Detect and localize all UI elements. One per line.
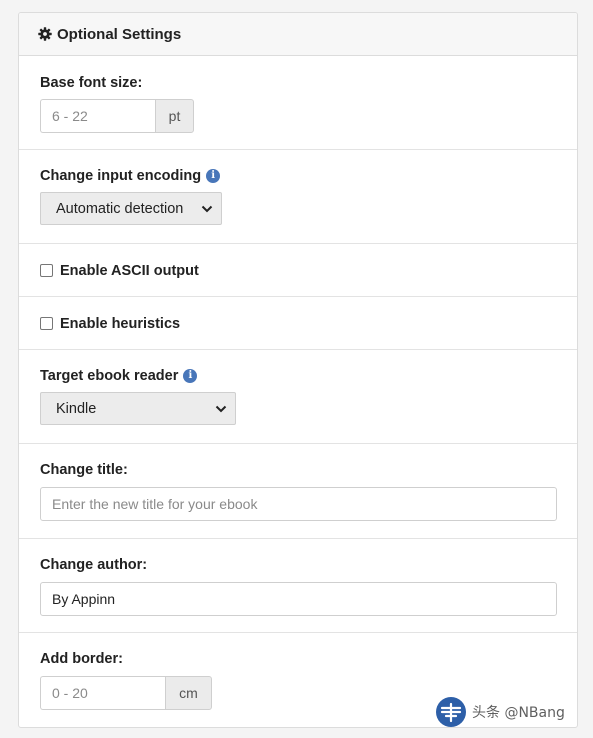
change-title-label: Change title:: [40, 462, 128, 478]
base-font-size-row: Base font size: pt: [19, 56, 577, 150]
author-input[interactable]: [40, 582, 557, 616]
chevron-down-icon: [201, 205, 213, 212]
chevron-down-icon: [215, 405, 227, 412]
ebook-reader-label-wrap: Target ebook reader i: [40, 368, 556, 384]
base-font-size-label: Base font size:: [40, 75, 143, 91]
watermark: 头条 @NBang: [434, 692, 565, 732]
title-input[interactable]: [40, 487, 557, 521]
watermark-logo-icon: [436, 697, 466, 727]
change-author-row: Change author:: [19, 539, 577, 633]
change-author-label: Change author:: [40, 557, 148, 573]
watermark-text: 头条 @NBang: [472, 705, 565, 721]
panel-title: Optional Settings: [57, 25, 182, 43]
border-unit: cm: [165, 676, 212, 710]
base-font-size-unit: pt: [155, 99, 194, 133]
input-encoding-select[interactable]: Automatic detection: [40, 192, 222, 225]
panel-header: Optional Settings: [19, 13, 577, 56]
change-title-row: Change title:: [19, 444, 577, 539]
ebook-reader-selected: Kindle: [56, 400, 97, 417]
optional-settings-panel: Optional Settings Base font size: pt Cha…: [18, 12, 578, 728]
base-font-size-input[interactable]: [40, 99, 155, 133]
input-encoding-label-wrap: Change input encoding i: [40, 168, 556, 184]
ebook-reader-row: Target ebook reader i Kindle: [19, 350, 577, 444]
ebook-reader-label: Target ebook reader: [40, 368, 179, 384]
gear-icon: [38, 27, 52, 41]
border-input[interactable]: [40, 676, 165, 710]
info-icon[interactable]: i: [183, 369, 198, 383]
input-encoding-row: Change input encoding i Automatic detect…: [19, 150, 577, 244]
input-encoding-selected: Automatic detection: [56, 200, 184, 217]
heuristics-row: Enable heuristics: [19, 297, 577, 350]
input-encoding-label: Change input encoding: [40, 168, 202, 184]
heuristics-toggle[interactable]: Enable heuristics: [40, 297, 556, 350]
heuristics-checkbox[interactable]: [40, 317, 53, 330]
ascii-output-row: Enable ASCII output: [19, 244, 577, 297]
info-icon[interactable]: i: [206, 169, 221, 183]
base-font-size-group: pt: [40, 99, 556, 133]
heuristics-label: Enable heuristics: [60, 315, 181, 332]
add-border-label: Add border:: [40, 651, 123, 667]
ebook-reader-select[interactable]: Kindle: [40, 392, 236, 425]
ascii-output-toggle[interactable]: Enable ASCII output: [40, 244, 556, 297]
ascii-output-checkbox[interactable]: [40, 264, 53, 277]
ascii-output-label: Enable ASCII output: [60, 262, 199, 279]
